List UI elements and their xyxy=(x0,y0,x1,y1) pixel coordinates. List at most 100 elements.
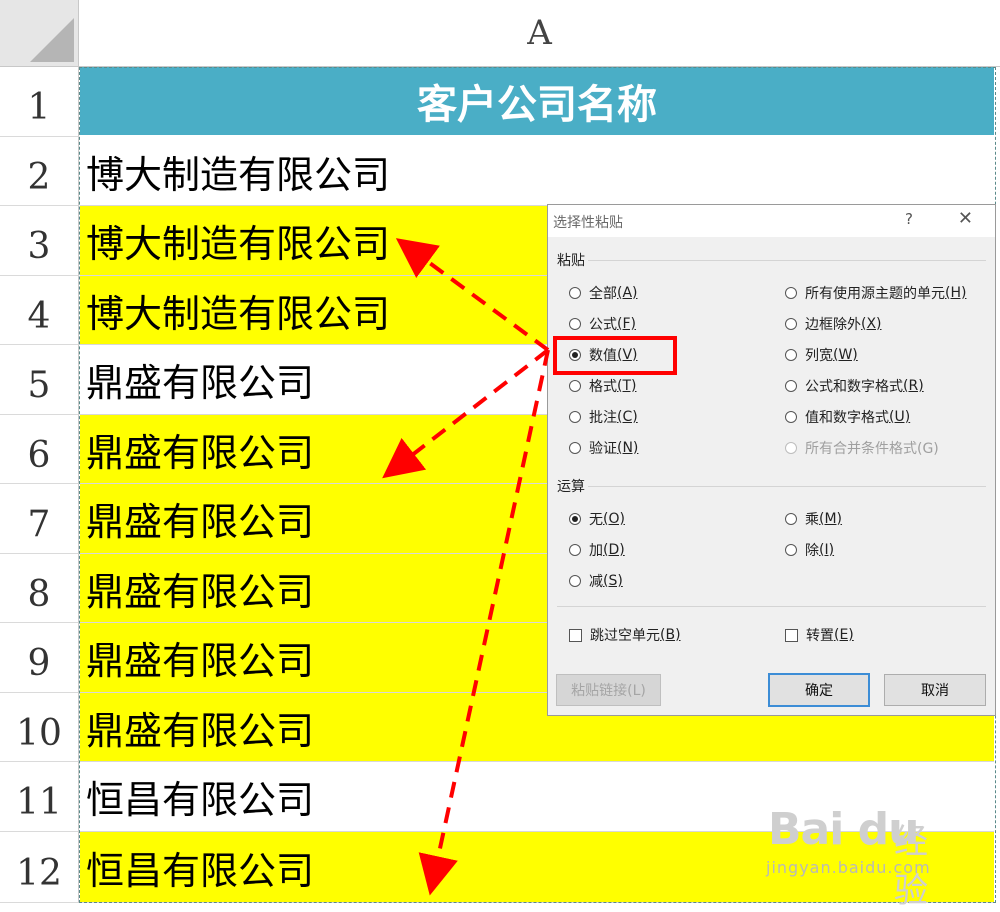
dialog-title: 选择性粘贴 xyxy=(553,215,623,231)
options-divider xyxy=(557,606,986,607)
option-label: 验证 xyxy=(589,441,617,457)
option-label: 列宽 xyxy=(805,348,833,364)
paste-link-button[interactable]: 粘贴链接(L) xyxy=(556,674,661,706)
option-label: 减 xyxy=(589,574,603,590)
watermark-url: jingyan.baidu.com xyxy=(766,858,931,877)
baidu-jingyan-watermark: Bai du 经验 jingyan.baidu.com xyxy=(758,804,958,911)
option-key: (O) xyxy=(603,511,625,527)
skip-blanks-checkbox[interactable]: 跳过空单元 (B) xyxy=(569,625,681,645)
paste-option-c[interactable]: 批注 (C) xyxy=(569,407,638,427)
paste-option-h[interactable]: 所有使用源主题的单元 (H) xyxy=(785,283,966,303)
paste-option-n[interactable]: 验证 (N) xyxy=(569,438,638,458)
radio-button[interactable] xyxy=(785,318,797,330)
operation-option-i[interactable]: 除 (I) xyxy=(785,540,834,560)
option-key: (X) xyxy=(861,316,882,332)
radio-button[interactable] xyxy=(785,411,797,423)
paste-group-divider xyxy=(588,260,986,261)
paste-option-r[interactable]: 公式和数字格式 (R) xyxy=(785,376,924,396)
operation-option-m[interactable]: 乘 (M) xyxy=(785,509,842,529)
option-key: (S) xyxy=(603,573,623,589)
option-key: (T) xyxy=(617,378,637,394)
option-label: 所有使用源主题的单元 xyxy=(805,286,945,302)
row-header-6[interactable]: 6 xyxy=(0,415,79,484)
row-header-2[interactable]: 2 xyxy=(0,137,79,206)
radio-button[interactable] xyxy=(569,411,581,423)
cancel-button[interactable]: 取消 xyxy=(884,674,986,706)
help-icon[interactable]: ? xyxy=(905,210,913,228)
option-label: 边框除外 xyxy=(805,317,861,333)
skip-blanks-box[interactable] xyxy=(569,628,582,642)
column-header-a[interactable]: A xyxy=(79,0,1000,67)
paste-option-x[interactable]: 边框除外 (X) xyxy=(785,314,882,334)
radio-button[interactable] xyxy=(569,513,581,525)
row-header-7[interactable]: 7 xyxy=(0,484,79,554)
option-label: 加 xyxy=(589,543,603,559)
paste-option-a[interactable]: 全部 (A) xyxy=(569,283,638,303)
dialog-title-bar: 选择性粘贴 ? ✕ xyxy=(548,205,995,237)
operation-option-s[interactable]: 减 (S) xyxy=(569,571,623,591)
row-header-3[interactable]: 3 xyxy=(0,206,79,276)
option-key: (H) xyxy=(945,285,967,301)
paste-special-dialog: 选择性粘贴 ? ✕ 粘贴 全部 (A) 公式 (F) 数值 (V) 格式 (T) 批注 (C) 验证… xyxy=(547,204,996,716)
option-label: 值和数字格式 xyxy=(805,410,889,426)
option-label: 全部 xyxy=(589,286,617,302)
paste-group-label: 粘贴 xyxy=(557,253,585,269)
radio-button[interactable] xyxy=(785,380,797,392)
operation-option-d[interactable]: 加 (D) xyxy=(569,540,625,560)
paste-option-u[interactable]: 值和数字格式 (U) xyxy=(785,407,910,427)
option-key: (N) xyxy=(617,440,639,456)
radio-button[interactable] xyxy=(569,442,581,454)
transpose-checkbox[interactable]: 转置 (E) xyxy=(785,625,854,645)
transpose-label: 转置 xyxy=(806,628,834,644)
radio-button[interactable] xyxy=(569,575,581,587)
option-key: (R) xyxy=(903,378,924,394)
row-header-11[interactable]: 11 xyxy=(0,762,79,832)
option-key: (M) xyxy=(819,511,843,527)
row-header-4[interactable]: 4 xyxy=(0,276,79,345)
option-label: 公式 xyxy=(589,317,617,333)
option-key: (F) xyxy=(617,316,636,332)
radio-button xyxy=(785,442,797,454)
option-label: 公式和数字格式 xyxy=(805,379,903,395)
row-header-9[interactable]: 9 xyxy=(0,623,79,693)
radio-button[interactable] xyxy=(785,287,797,299)
option-label: 无 xyxy=(589,512,603,528)
row-header-10[interactable]: 10 xyxy=(0,693,79,762)
radio-button[interactable] xyxy=(785,513,797,525)
radio-button[interactable] xyxy=(785,349,797,361)
option-key: (W) xyxy=(833,347,858,363)
paste-option-w[interactable]: 列宽 (W) xyxy=(785,345,858,365)
row-header-8[interactable]: 8 xyxy=(0,554,79,623)
radio-button[interactable] xyxy=(569,380,581,392)
option-key: (C) xyxy=(617,409,638,425)
skip-blanks-key: (B) xyxy=(660,627,681,643)
paste-option-f[interactable]: 公式 (F) xyxy=(569,314,636,334)
option-key: (D) xyxy=(603,542,625,558)
transpose-key: (E) xyxy=(834,627,854,643)
ok-button[interactable]: 确定 xyxy=(768,673,870,707)
operation-group-divider xyxy=(588,486,986,487)
paste-option-g: 所有合并条件格式(G) xyxy=(785,438,939,458)
row-header-1[interactable]: 1 xyxy=(0,67,79,137)
cell-a1[interactable]: 客户公司名称 xyxy=(80,67,994,135)
radio-button[interactable] xyxy=(569,544,581,556)
option-key: (U) xyxy=(889,409,911,425)
close-icon[interactable]: ✕ xyxy=(958,208,973,229)
row-header-5[interactable]: 5 xyxy=(0,345,79,415)
radio-button[interactable] xyxy=(569,318,581,330)
cell-a2[interactable]: 博大制造有限公司 xyxy=(80,137,994,206)
values-option-highlight xyxy=(553,336,677,375)
row-header-12[interactable]: 12 xyxy=(0,832,79,903)
radio-button[interactable] xyxy=(785,544,797,556)
skip-blanks-label: 跳过空单元 xyxy=(590,628,660,644)
select-all-corner[interactable] xyxy=(0,0,79,67)
option-label: 乘 xyxy=(805,512,819,528)
option-label: 所有合并条件格式(G) xyxy=(805,441,939,457)
option-label: 批注 xyxy=(589,410,617,426)
select-all-triangle-icon xyxy=(30,18,74,62)
radio-button[interactable] xyxy=(569,287,581,299)
paste-option-t[interactable]: 格式 (T) xyxy=(569,376,636,396)
operation-option-o[interactable]: 无 (O) xyxy=(569,509,625,529)
option-label: 除 xyxy=(805,543,819,559)
transpose-box[interactable] xyxy=(785,628,798,642)
